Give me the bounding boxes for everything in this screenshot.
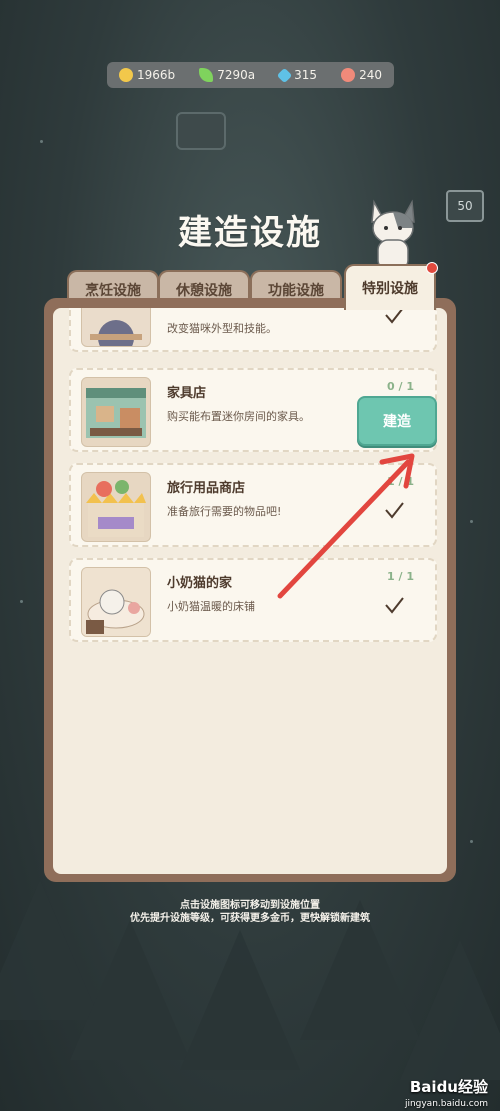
facility-name: 小奶猫的家 (167, 576, 233, 591)
tree-decoration (400, 940, 500, 1080)
resource-leaf[interactable]: 7290a (199, 68, 255, 82)
facility-count: 1 / 1 (387, 570, 414, 583)
notification-dot (426, 262, 438, 274)
resource-fish[interactable]: 240 (341, 68, 382, 82)
facility-thumbnail (81, 472, 151, 542)
tab-function-label: 功能设施 (268, 283, 324, 299)
gem-icon (276, 67, 293, 83)
facility-desc: 购买能布置迷你房间的家具。 (167, 410, 310, 423)
check-icon (385, 597, 404, 614)
page-title: 建造设施 (178, 213, 322, 253)
resource-leaf-value: 7290a (217, 68, 256, 82)
tab-special-label: 特别设施 (362, 281, 418, 297)
gold-coin-icon (119, 68, 134, 82)
star-decoration (470, 840, 473, 843)
check-icon (385, 502, 404, 519)
check-icon (385, 308, 404, 324)
facility-panel: 改变猫咪外型和技能。 家具店 购买能布置迷你房间的家具。 0 / 1 建造 旅行… (44, 298, 456, 882)
facility-thumbnail (81, 308, 151, 347)
facility-desc: 改变猫咪外型和技能。 (167, 322, 277, 335)
hint-line-2: 优先提升设施等级，可获得更多金币，更快解锁新建筑 (130, 913, 370, 924)
watermark-logo: Baidu经验 (409, 1078, 488, 1096)
resource-fish-value: 240 (359, 68, 382, 82)
facility-count: 0 / 1 (387, 380, 414, 393)
tree-decoration (180, 930, 300, 1070)
list-item[interactable]: 改变猫咪外型和技能。 (69, 308, 437, 352)
tab-rest-label: 休憩设施 (176, 283, 232, 299)
resource-gold-value: 1966b (137, 68, 176, 82)
cat-mascot-icon (371, 199, 415, 270)
list-item[interactable]: 小奶猫的家 小奶猫温暖的床铺 1 / 1 (69, 558, 437, 642)
tree-decoration (70, 920, 190, 1060)
leaf-icon (199, 68, 214, 82)
tab-cooking-label: 烹饪设施 (85, 283, 141, 299)
resource-gold[interactable]: 1966b (119, 68, 175, 82)
facility-count: 1 / 1 (387, 475, 414, 488)
facility-name: 家具店 (167, 386, 207, 401)
facility-desc: 小奶猫温暖的床铺 (167, 600, 255, 613)
facility-desc: 准备旅行需要的物品吧! (167, 505, 282, 518)
tab-special[interactable]: 特别设施 (344, 262, 438, 310)
build-button[interactable]: 建造 (357, 396, 437, 446)
facility-name: 旅行用品商店 (167, 481, 246, 496)
resource-bar: 1966b 7290a 315 240 (107, 62, 394, 88)
mailbox-decoration (176, 112, 226, 150)
facility-thumbnail (81, 567, 151, 637)
resource-gem[interactable]: 315 (276, 67, 318, 83)
facility-list[interactable]: 改变猫咪外型和技能。 家具店 购买能布置迷你房间的家具。 0 / 1 建造 旅行… (53, 308, 447, 874)
star-decoration (20, 600, 23, 603)
fish-icon (341, 68, 356, 82)
watermark-url: jingyan.baidu.com (404, 1099, 488, 1109)
list-item[interactable]: 旅行用品商店 准备旅行需要的物品吧! 1 / 1 (69, 463, 437, 547)
facility-thumbnail (81, 377, 151, 447)
list-item[interactable]: 家具店 购买能布置迷你房间的家具。 0 / 1 建造 (69, 368, 437, 452)
star-decoration (470, 520, 473, 523)
star-decoration (40, 140, 43, 143)
resource-gem-value: 315 (294, 68, 318, 82)
